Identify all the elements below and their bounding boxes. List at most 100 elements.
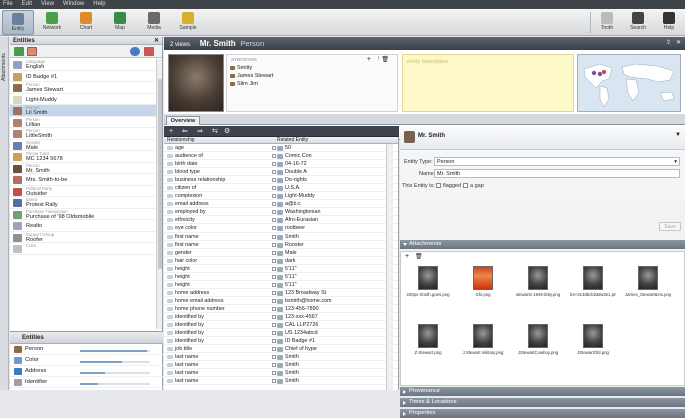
table-row[interactable]: identified by ID Badge #1 xyxy=(164,337,398,346)
synonym-item[interactable]: James Stewart xyxy=(227,72,397,80)
list-item[interactable]: Event Protest Rally xyxy=(10,197,156,209)
list-item[interactable]: Person LittleSmith xyxy=(10,128,156,140)
dropdown-icon[interactable] xyxy=(272,250,276,255)
table-row[interactable]: home email address bsmith@home.com xyxy=(164,297,398,305)
toolbar-network-button[interactable]: Network xyxy=(36,10,68,35)
table-row[interactable]: last name Smith xyxy=(164,353,398,362)
attachment-item[interactable]: James_Stewart&Ho.png xyxy=(625,266,671,297)
table-row[interactable]: birth date 04-16-72 xyxy=(164,160,398,169)
table-row[interactable]: blood type Double A xyxy=(164,168,398,177)
dropdown-icon[interactable] xyxy=(272,290,276,295)
attachment-item[interactable]: JStewartCowboy.png xyxy=(515,324,561,355)
menu-item-window[interactable]: Window xyxy=(63,0,84,9)
table-row[interactable]: first name Smith xyxy=(164,233,398,241)
dropdown-icon[interactable] xyxy=(272,379,276,384)
menu-item-edit[interactable]: Edit xyxy=(22,0,32,9)
map-marker[interactable] xyxy=(597,71,603,77)
dropdown-icon[interactable] xyxy=(272,323,276,328)
add-icon[interactable]: + xyxy=(169,128,173,135)
gear-icon[interactable] xyxy=(130,47,140,56)
dropdown-icon[interactable] xyxy=(272,371,276,376)
attachments-section-header[interactable]: Attachments xyxy=(400,240,685,249)
dropdown-icon[interactable] xyxy=(272,170,276,175)
menu-item-view[interactable]: View xyxy=(41,0,54,9)
attachment-item[interactable]: JStewartOld.png xyxy=(570,324,616,355)
synonym-item[interactable]: Slim Jim xyxy=(227,80,397,88)
list-item[interactable]: Person Mr. Smith xyxy=(10,163,156,174)
list-item[interactable]: Realto xyxy=(10,220,156,232)
trash-icon[interactable]: 🗑 xyxy=(415,253,423,260)
entity-type-row[interactable]: Address xyxy=(10,366,163,377)
table-row[interactable]: identified by US 1234abcd xyxy=(164,329,398,338)
mini-map[interactable] xyxy=(577,54,681,112)
filter-icon[interactable] xyxy=(14,47,24,56)
dropdown-icon[interactable] xyxy=(272,186,276,191)
synonym-item[interactable]: Smitty xyxy=(227,64,397,72)
list-item[interactable]: Gender Male xyxy=(10,140,156,151)
menu-item-file[interactable]: File xyxy=(3,0,13,9)
link-icon[interactable]: ⇆ xyxy=(212,128,218,135)
table-row[interactable]: email address a@b.c xyxy=(164,200,398,209)
list-item[interactable]: Political Party Outsider xyxy=(10,186,156,197)
table-row[interactable]: first name Rooster xyxy=(164,241,398,249)
add-icon[interactable] xyxy=(144,47,154,56)
dropdown-icon[interactable] xyxy=(272,146,276,150)
attachments-side-tab[interactable]: Attachments xyxy=(0,37,9,390)
gap-checkbox[interactable] xyxy=(463,183,468,188)
dropdown-icon[interactable] xyxy=(272,339,276,344)
table-row[interactable]: last name Smith xyxy=(164,361,398,370)
dropdown-icon[interactable] xyxy=(272,355,276,360)
table-row[interactable]: identified by CAL LLP2726 xyxy=(164,321,398,330)
entity-type-row[interactable]: Identifier xyxy=(10,377,163,388)
dropdown-icon[interactable] xyxy=(272,258,276,263)
column-related-entity[interactable]: Related Entity xyxy=(277,137,308,144)
table-row[interactable]: home address 123 Broadway St xyxy=(164,289,398,297)
table-row[interactable]: business relationship Do-rights xyxy=(164,176,398,185)
attachment-item[interactable]: b4+3148bcb2&tw3e1.png xyxy=(570,266,616,297)
dropdown-icon[interactable] xyxy=(272,242,276,247)
entity-photo[interactable] xyxy=(168,54,224,112)
entity-type-select[interactable]: Person ▾ xyxy=(434,157,680,166)
table-row[interactable]: complexion Light-Muddy xyxy=(164,192,398,201)
table-row[interactable]: job title Chief of hype xyxy=(164,345,398,354)
list-item[interactable]: Person Lillian xyxy=(10,117,156,128)
toolbar-sample-button[interactable]: Sample xyxy=(172,10,204,35)
dropdown-icon[interactable] xyxy=(272,306,276,311)
toolbar-search-button[interactable]: Search xyxy=(622,10,654,35)
save-button[interactable]: Save xyxy=(659,222,681,231)
add-synonym-icon[interactable]: + xyxy=(367,56,371,63)
grid-scrollbar[interactable] xyxy=(386,144,393,390)
up-icon[interactable]: ↑ xyxy=(377,56,380,62)
list-item[interactable]: Person Lil Smith xyxy=(10,105,156,117)
toolbar-map-button[interactable]: Map xyxy=(104,10,136,35)
tab-overview[interactable]: Overview xyxy=(166,116,200,125)
dropdown-icon[interactable] xyxy=(272,202,276,207)
table-row[interactable]: citizen of U.S.A. xyxy=(164,184,398,193)
section-properties[interactable]: Properties xyxy=(400,409,685,418)
column-relationship[interactable]: Relationship xyxy=(167,137,195,144)
list-item[interactable]: Mrs. Smith-to-be xyxy=(10,174,156,186)
dropdown-icon[interactable] xyxy=(272,226,276,231)
dropdown-icon[interactable] xyxy=(272,274,276,279)
dropdown-icon[interactable] xyxy=(272,234,276,239)
dropdown-icon[interactable] xyxy=(272,282,276,287)
dropdown-icon[interactable] xyxy=(272,178,276,183)
attachment-item[interactable]: Ghi.png xyxy=(460,266,506,297)
table-row[interactable]: gender Male xyxy=(164,249,398,257)
dropdown-icon[interactable] xyxy=(272,298,276,303)
export-icon[interactable]: ⇪ xyxy=(666,37,671,50)
dropdown-icon[interactable] xyxy=(272,266,276,271)
views-toggle[interactable]: 2 views xyxy=(170,42,190,48)
list-item[interactable]: Color xyxy=(10,243,156,255)
toolbar-entity-button[interactable]: Entity xyxy=(2,10,34,35)
dropdown-icon[interactable] xyxy=(272,194,276,199)
settings-icon[interactable]: ⚙ xyxy=(224,128,230,135)
delete-icon[interactable]: 🗑 xyxy=(381,56,389,63)
dropdown-icon[interactable] xyxy=(272,363,276,368)
attachment-item[interactable]: 220px-Smith,goes.png xyxy=(405,266,451,297)
table-row[interactable]: height 5'11" xyxy=(164,265,398,273)
table-row[interactable]: employed by Washingtonian xyxy=(164,208,398,217)
attachment-item[interactable]: stewarts-1946-ibby.png xyxy=(515,266,561,297)
table-row[interactable]: hair color dark xyxy=(164,257,398,265)
toolbar-media-button[interactable]: Media xyxy=(138,10,170,35)
